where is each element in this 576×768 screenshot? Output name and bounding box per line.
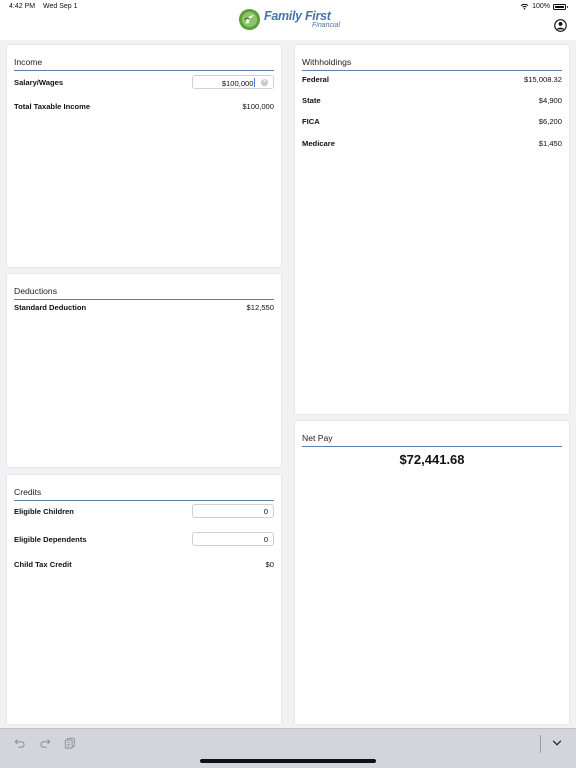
chevron-down-icon[interactable] (551, 737, 563, 749)
withholding-row: FICA $6,200 (302, 117, 562, 129)
eligible-dependents-value: 0 (263, 535, 268, 544)
text-cursor (254, 78, 255, 87)
logo-sub-text: Financial (311, 21, 340, 29)
credits-title: Credits (14, 487, 274, 501)
withholding-row: Medicare $1,450 (302, 139, 562, 151)
wifi-icon (520, 3, 529, 10)
income-panel: Income Salary/Wages $100,000 ✕ Total Tax… (7, 45, 281, 267)
child-tax-credit-label: Child Tax Credit (14, 560, 72, 569)
status-time: 4:42 PM (9, 3, 36, 10)
withholding-row: Federal $15,008.32 (302, 75, 562, 87)
eligible-dependents-input[interactable]: 0 (192, 532, 274, 546)
withholding-value: $15,008.32 (523, 75, 562, 84)
battery-icon (553, 3, 568, 10)
credits-panel: Credits Eligible Children 0 Eligible Dep… (7, 475, 281, 724)
total-taxable-row: Total Taxable Income $100,000 (14, 102, 274, 114)
status-bar: 4:42 PM Wed Sep 1 100% (0, 0, 576, 14)
standard-deduction-label: Standard Deduction (14, 303, 87, 312)
withholding-label: State (302, 96, 321, 105)
deductions-panel: Deductions Standard Deduction $12,550 (7, 274, 281, 467)
withholding-label: Medicare (302, 139, 335, 148)
home-indicator[interactable] (200, 759, 376, 763)
undo-icon[interactable] (14, 737, 26, 749)
net-pay-panel: Net Pay $72,441.68 (295, 421, 569, 724)
withholding-label: Federal (302, 75, 330, 84)
toolbar-divider (540, 735, 541, 753)
battery-percent: 100% (532, 3, 550, 10)
withholding-value: $4,900 (538, 96, 562, 105)
profile-icon[interactable] (554, 19, 567, 32)
child-tax-credit-row: Child Tax Credit $0 (14, 560, 274, 572)
deductions-title: Deductions (14, 286, 274, 300)
withholding-value: $1,450 (538, 139, 562, 148)
withholdings-panel: Withholdings Federal $15,008.32 State $4… (295, 45, 569, 414)
child-tax-credit-value: $0 (265, 560, 274, 569)
status-date: Wed Sep 1 (43, 3, 78, 10)
income-title: Income (14, 57, 274, 71)
withholding-value: $6,200 (538, 117, 562, 126)
standard-deduction-row: Standard Deduction $12,550 (14, 303, 274, 315)
withholding-row: State $4,900 (302, 96, 562, 108)
total-taxable-value: $100,000 (242, 102, 274, 111)
net-pay-value: $72,441.68 (399, 452, 465, 467)
eligible-children-input[interactable]: 0 (192, 504, 274, 518)
standard-deduction-value: $12,550 (246, 303, 274, 312)
salary-input[interactable]: $100,000 ✕ (192, 75, 274, 89)
net-pay-title: Net Pay (302, 433, 562, 447)
eligible-children-label: Eligible Children (14, 507, 74, 516)
eligible-children-value: 0 (263, 507, 268, 516)
withholdings-title: Withholdings (302, 57, 562, 71)
eligible-dependents-label: Eligible Dependents (14, 535, 87, 544)
withholding-label: FICA (302, 117, 320, 126)
clear-input-icon[interactable]: ✕ (261, 79, 268, 86)
redo-icon[interactable] (39, 737, 51, 749)
clipboard-icon[interactable] (64, 737, 76, 749)
total-taxable-label: Total Taxable Income (14, 102, 91, 111)
salary-label: Salary/Wages (14, 78, 64, 87)
salary-value: $100,000 (221, 79, 254, 88)
